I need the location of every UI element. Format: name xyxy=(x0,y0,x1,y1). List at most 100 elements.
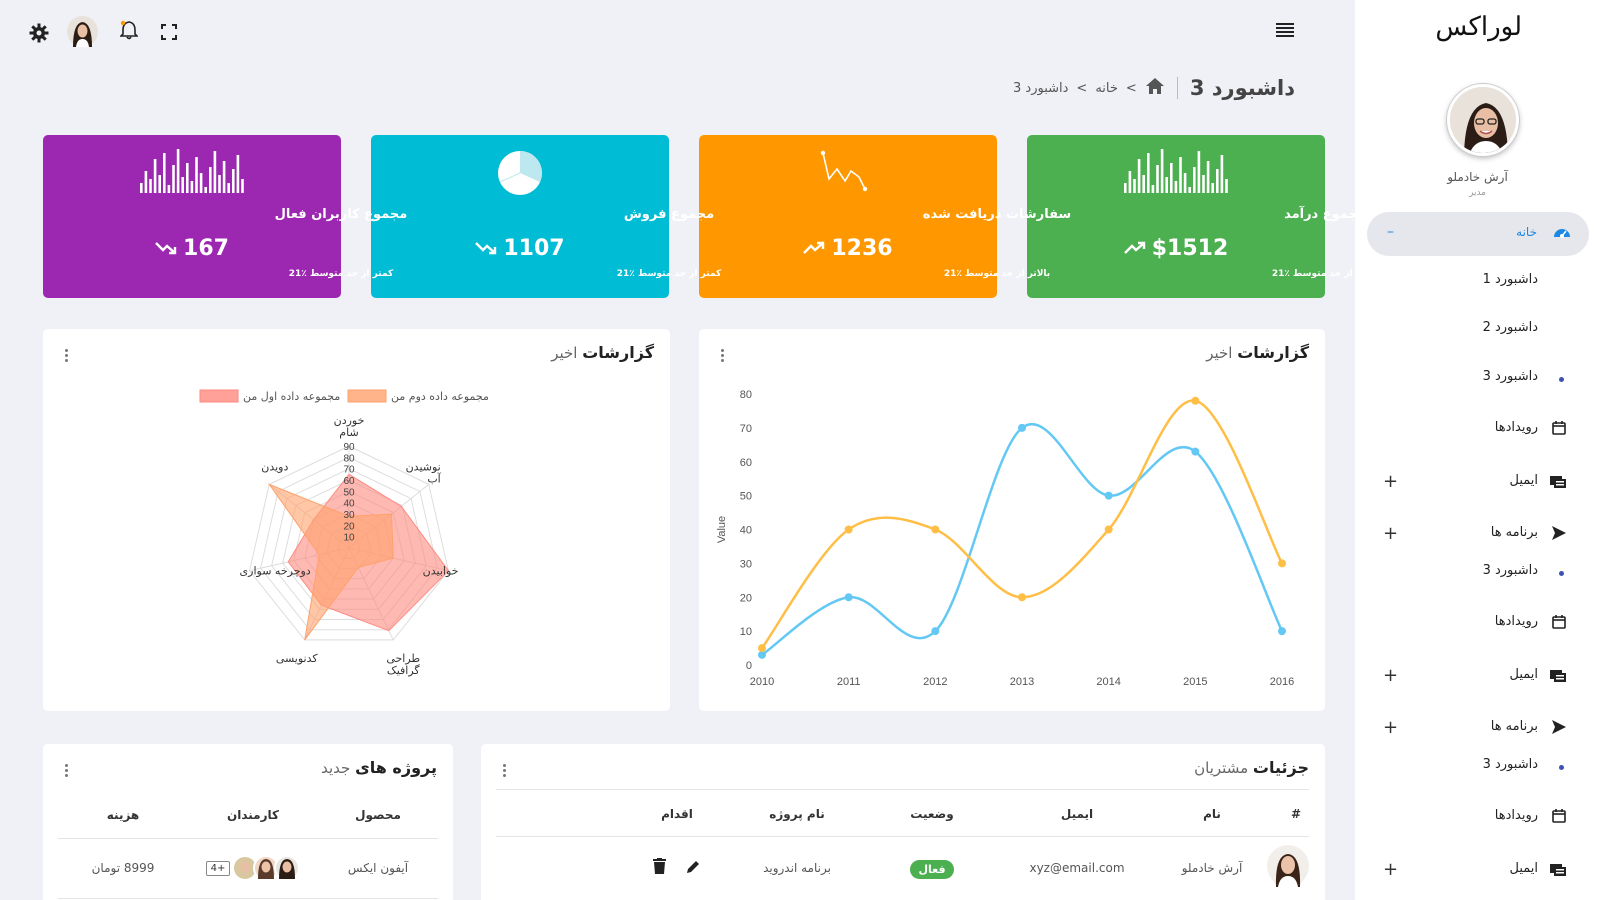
stat-subtext: 21٪ کمتر از حد متوسط xyxy=(616,269,722,279)
stat-value: 1236 xyxy=(699,236,997,261)
cell-name: آرش خادملو xyxy=(1181,861,1243,875)
y-tick-label: 0 xyxy=(746,660,752,672)
r-tick-label: 30 xyxy=(343,510,355,521)
data-point xyxy=(844,525,853,534)
projects-table: محصول کارمندان هزینه آیفون ایکس 4+ 8999 … xyxy=(58,792,438,899)
table-row: آرش خادملو xyz@email.com فعال برنامه اند… xyxy=(496,836,1309,900)
bullet-icon xyxy=(1559,377,1564,382)
spark-point xyxy=(862,186,868,192)
sidebar-item-dashboard-3[interactable]: داشبورد 3 xyxy=(1355,367,1600,391)
data-point xyxy=(1104,525,1113,534)
spark-bar xyxy=(1156,165,1159,193)
more-count-badge[interactable]: 4+ xyxy=(205,860,231,876)
delete-icon[interactable] xyxy=(653,858,667,878)
spark-bar xyxy=(222,161,226,193)
sidebar-item-dashboard-3[interactable]: داشبورد 3 xyxy=(1355,561,1600,585)
more-icon[interactable] xyxy=(65,764,69,779)
breadcrumb-sep: > xyxy=(1125,80,1137,96)
sidebar-item-label: داشبورد 2 xyxy=(1482,320,1538,335)
sidebar-item-dashboard-2[interactable]: داشبورد 2 xyxy=(1355,318,1600,342)
expand-icon[interactable]: + xyxy=(1383,665,1398,686)
trend-up-icon xyxy=(803,236,825,261)
expand-icon[interactable]: + xyxy=(1383,859,1398,880)
bell-icon[interactable] xyxy=(119,20,139,44)
edit-icon[interactable] xyxy=(686,859,701,878)
data-point xyxy=(844,593,853,602)
menu-icon[interactable] xyxy=(1276,22,1294,41)
home-icon[interactable] xyxy=(1145,77,1165,99)
x-tick-label: 2013 xyxy=(1010,676,1034,688)
y-tick-label: 80 xyxy=(740,389,752,401)
r-tick-label: 60 xyxy=(343,476,355,487)
employee-avatars: 4+ xyxy=(205,855,301,881)
bullet-icon xyxy=(1559,571,1564,576)
spark-bar xyxy=(209,167,212,193)
customers-card: جزئیات مشتریان # نام ایمیل وضعیت نام پرو… xyxy=(481,744,1325,900)
sidebar-item-label: داشبورد 3 xyxy=(1482,563,1538,578)
data-point xyxy=(1191,396,1200,405)
spark-bar xyxy=(213,151,217,193)
col-header: ایمیل xyxy=(1060,806,1094,821)
data-point xyxy=(758,644,766,653)
y-tick-label: 10 xyxy=(740,626,752,638)
calendar-icon xyxy=(1552,809,1566,827)
x-tick-label: 2016 xyxy=(1270,676,1294,688)
legend-swatch xyxy=(199,389,239,403)
collapse-icon[interactable]: – xyxy=(1387,224,1394,240)
y-tick-label: 20 xyxy=(740,592,752,604)
sidebar-item-email[interactable]: + ایمیل xyxy=(1355,859,1600,883)
sidebar-item-label: رویدادها xyxy=(1494,420,1538,435)
stat-subtext: 21٪ بالاتر از حد متوسط xyxy=(943,269,1051,279)
sidebar-item-events[interactable]: رویدادها xyxy=(1355,612,1600,636)
sidebar-item-label: برنامه ها xyxy=(1490,525,1538,540)
r-tick-label: 20 xyxy=(343,521,355,532)
fullscreen-icon[interactable] xyxy=(161,24,177,44)
more-icon[interactable] xyxy=(503,764,507,779)
sidebar-item-events[interactable]: رویدادها xyxy=(1355,418,1600,442)
y-tick-label: 60 xyxy=(740,457,752,469)
x-tick-label: 2012 xyxy=(923,676,947,688)
user-avatar[interactable] xyxy=(1447,84,1519,156)
r-tick-label: 70 xyxy=(343,465,355,476)
gear-icon[interactable] xyxy=(29,23,49,47)
data-point xyxy=(1278,627,1286,636)
data-point xyxy=(1018,593,1026,602)
x-tick-label: 2010 xyxy=(750,676,774,688)
table-row: آیفون ایکس 4+ 8999 تومان xyxy=(58,838,438,898)
spark-bar xyxy=(199,173,203,193)
expand-icon[interactable]: + xyxy=(1383,717,1398,738)
spark-bar xyxy=(1142,175,1145,193)
avatar[interactable] xyxy=(67,16,98,51)
divider xyxy=(1176,77,1178,99)
sidebar-item-email[interactable]: + ایمیل xyxy=(1355,471,1600,495)
sidebar-item-apps[interactable]: + برنامه ها xyxy=(1355,523,1600,547)
sidebar-item-label: خانه xyxy=(1516,225,1537,239)
sidebar-item-email[interactable]: + ایمیل xyxy=(1355,665,1600,689)
spark-bar xyxy=(1165,177,1168,193)
sidebar-item-label: داشبورد 1 xyxy=(1482,272,1538,287)
r-tick-label: 50 xyxy=(343,487,355,498)
spark-bar xyxy=(1179,157,1182,193)
sidebar-item-events[interactable]: رویدادها xyxy=(1355,806,1600,830)
divider xyxy=(496,789,1309,790)
stat-value: 167 xyxy=(43,236,341,261)
breadcrumb-home[interactable]: خانه xyxy=(1095,81,1118,96)
sidebar-item-label: ایمیل xyxy=(1509,861,1538,876)
email-icon xyxy=(1550,668,1566,686)
expand-icon[interactable]: + xyxy=(1383,523,1398,544)
card-graphic-icon xyxy=(1124,149,1228,193)
sidebar-item-dashboard-3[interactable]: داشبورد 3 xyxy=(1355,755,1600,779)
spark-point xyxy=(820,150,826,156)
spark-bar xyxy=(1160,149,1164,193)
sidebar-item-label: ایمیل xyxy=(1509,667,1538,682)
r-tick-label: 10 xyxy=(343,533,355,544)
sidebar-item-apps[interactable]: + برنامه ها xyxy=(1355,717,1600,741)
sidebar: لوراکس آرش خادملو مدیر خانه – داشبورد 1 … xyxy=(1355,0,1600,900)
expand-icon[interactable]: + xyxy=(1383,471,1398,492)
spark-bar xyxy=(190,181,194,193)
brand-logo[interactable]: لوراکس xyxy=(1435,12,1522,42)
y-tick-label: 50 xyxy=(740,491,752,503)
breadcrumb-sep: > xyxy=(1076,80,1088,96)
x-tick-label: 2015 xyxy=(1183,676,1207,688)
spark-bar xyxy=(218,175,221,193)
